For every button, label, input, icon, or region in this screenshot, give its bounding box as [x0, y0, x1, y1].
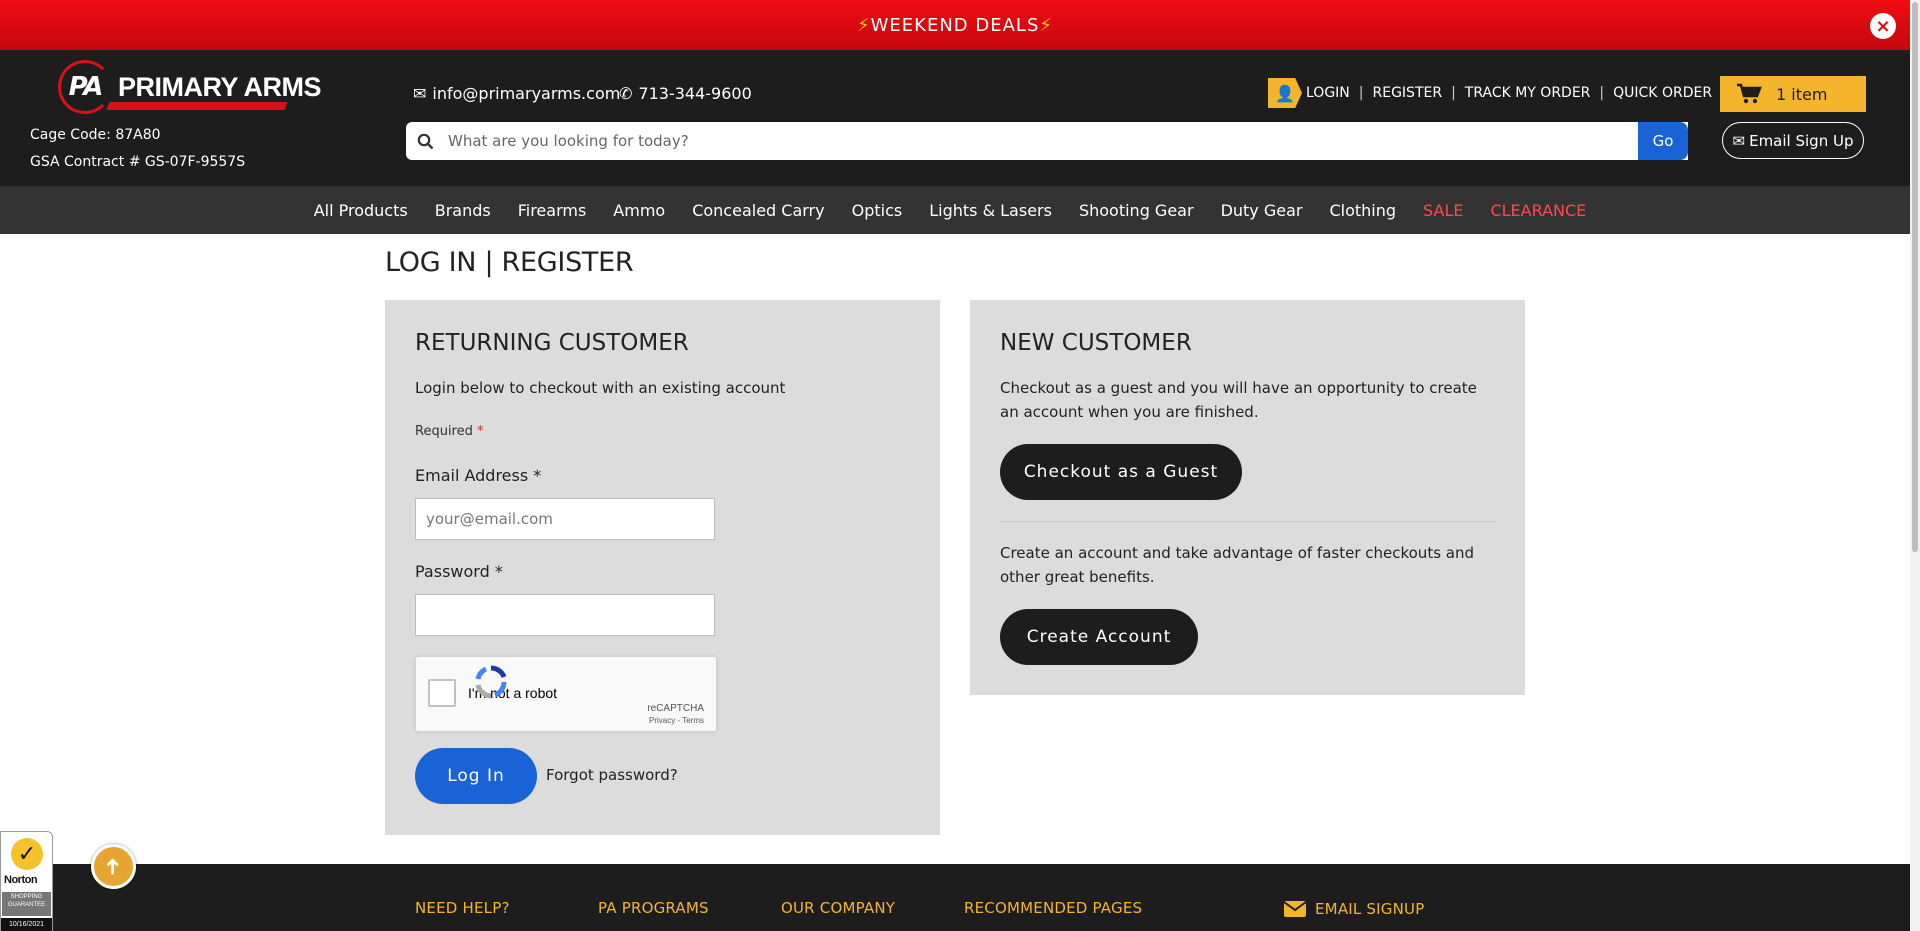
gsa-contract: GSA Contract # GS-07F-9557S — [30, 154, 246, 170]
nav-item-clearance[interactable]: CLEARANCE — [1490, 201, 1586, 220]
nav-item-lights-lasers[interactable]: Lights & Lasers — [929, 201, 1052, 220]
returning-customer-title: RETURNING CUSTOMER — [415, 330, 689, 356]
bolt-icon: ⚡ — [1039, 14, 1054, 36]
site-footer: NEED HELP? PA PROGRAMS OUR COMPANY RECOM… — [0, 864, 1910, 931]
required-mark: * — [477, 424, 484, 439]
track-order-link[interactable]: TRACK MY ORDER — [1465, 85, 1591, 101]
account-links: 👤 LOGIN | REGISTER | TRACK MY ORDER | QU… — [1268, 78, 1712, 108]
cart-button[interactable]: 1 item — [1720, 76, 1866, 112]
norton-name: Norton — [4, 874, 38, 886]
checkmark-icon: ✓ — [11, 838, 43, 870]
user-icon[interactable]: 👤 — [1268, 78, 1302, 108]
logo-underline — [106, 102, 288, 110]
divider — [1000, 521, 1496, 522]
recaptcha-terms[interactable]: Privacy - Terms — [649, 716, 704, 725]
nav-item-optics[interactable]: Optics — [852, 201, 903, 220]
site-header: PA PRIMARY ARMS Cage Code: 87A80 GSA Con… — [0, 50, 1910, 186]
recaptcha-checkbox[interactable] — [428, 679, 456, 707]
cart-icon — [1737, 83, 1762, 104]
recaptcha-widget: I'm not a robot reCAPTCHA Privacy - Term… — [415, 656, 717, 732]
nav-item-duty-gear[interactable]: Duty Gear — [1221, 201, 1303, 220]
nav-item-concealed-carry[interactable]: Concealed Carry — [692, 201, 824, 220]
search-icon — [406, 133, 444, 150]
norton-date: 10/16/2021 — [1, 918, 52, 931]
cart-count: 1 item — [1776, 84, 1828, 104]
close-icon[interactable]: × — [1870, 13, 1896, 39]
nav-item-all-products[interactable]: All Products — [314, 201, 408, 220]
email-address: info@primaryarms.com — [432, 84, 621, 103]
returning-intro: Login below to checkout with an existing… — [415, 379, 786, 397]
main-nav: All Products Brands Firearms Ammo Concea… — [0, 186, 1910, 234]
register-link[interactable]: REGISTER — [1373, 85, 1443, 101]
required-note: Required * — [415, 424, 484, 439]
nav-item-sale[interactable]: SALE — [1423, 201, 1463, 220]
password-field[interactable] — [415, 594, 715, 636]
phone-contact[interactable]: ✆ 713-344-9600 — [619, 84, 752, 103]
email-field[interactable] — [415, 498, 715, 540]
recaptcha-brand: reCAPTCHA — [647, 703, 704, 714]
arrow-up-icon: ➜ — [101, 857, 126, 876]
scrollbar-thumb[interactable] — [1912, 2, 1918, 552]
envelope-icon: ✉ — [413, 84, 427, 103]
promo-banner[interactable]: ⚡ WEEKEND DEALS ⚡ — [0, 0, 1910, 50]
login-button[interactable]: Log In — [415, 748, 537, 804]
create-account-description: Create an account and take advantage of … — [1000, 544, 1475, 586]
forgot-password-link[interactable]: Forgot password? — [546, 766, 678, 784]
cage-info: Cage Code: 87A80 GSA Contract # GS-07F-9… — [30, 122, 245, 176]
login-link[interactable]: LOGIN — [1306, 85, 1350, 101]
search-input[interactable] — [444, 122, 1688, 160]
quick-order-link[interactable]: QUICK ORDER — [1613, 85, 1712, 101]
password-label: Password * — [415, 562, 503, 581]
envelope-icon — [1283, 901, 1307, 917]
promo-text: WEEKEND DEALS — [870, 14, 1040, 36]
norton-guarantee: SHOPPING GUARANTEE — [2, 892, 51, 916]
footer-need-help[interactable]: NEED HELP? — [415, 899, 510, 917]
logo-text: PRIMARY ARMS — [118, 71, 322, 102]
norton-badge[interactable]: ✓ Norton SHOPPING GUARANTEE 10/16/2021 — [0, 831, 53, 931]
footer-recommended-pages[interactable]: RECOMMENDED PAGES — [964, 899, 1142, 917]
nav-item-clothing[interactable]: Clothing — [1329, 201, 1396, 220]
nav-item-shooting-gear[interactable]: Shooting Gear — [1079, 201, 1194, 220]
recaptcha-icon — [475, 665, 507, 699]
footer-our-company[interactable]: OUR COMPANY — [781, 899, 895, 917]
email-signup-button[interactable]: ✉ Email Sign Up — [1722, 122, 1864, 159]
nav-item-ammo[interactable]: Ammo — [613, 201, 665, 220]
envelope-icon: ✉ — [1732, 131, 1746, 150]
email-signup-label: Email Sign Up — [1749, 131, 1854, 150]
page: ⚡ WEEKEND DEALS ⚡ × PA PRIMARY ARMS Cage… — [0, 0, 1920, 931]
bolt-icon: ⚡ — [856, 14, 871, 36]
phone-number: 713-344-9600 — [638, 84, 752, 103]
footer-email-signup[interactable]: EMAIL SIGNUP — [1283, 900, 1424, 918]
email-label: Email Address * — [415, 466, 542, 485]
guest-description: Checkout as a guest and you will have an… — [1000, 379, 1477, 421]
new-customer-panel: NEW CUSTOMER Checkout as a guest and you… — [970, 300, 1525, 695]
returning-customer-panel: RETURNING CUSTOMER Login below to checko… — [385, 300, 940, 835]
scroll-to-top-button[interactable]: ➜ — [91, 844, 136, 889]
email-contact[interactable]: ✉ info@primaryarms.com — [413, 84, 620, 103]
search-bar — [406, 122, 1688, 160]
nav-item-brands[interactable]: Brands — [435, 201, 491, 220]
nav-item-firearms[interactable]: Firearms — [518, 201, 587, 220]
checkout-guest-button[interactable]: Checkout as a Guest — [1000, 444, 1242, 500]
create-account-button[interactable]: Create Account — [1000, 609, 1198, 665]
footer-pa-programs[interactable]: PA PROGRAMS — [598, 899, 709, 917]
search-go-button[interactable]: Go — [1638, 122, 1688, 160]
phone-icon: ✆ — [619, 84, 633, 103]
cage-code: Cage Code: 87A80 — [30, 127, 161, 143]
logo-mark: PA — [58, 60, 112, 114]
page-title: LOG IN | REGISTER — [385, 247, 634, 278]
new-customer-title: NEW CUSTOMER — [1000, 330, 1192, 356]
footer-email-signup-label: EMAIL SIGNUP — [1315, 900, 1425, 918]
